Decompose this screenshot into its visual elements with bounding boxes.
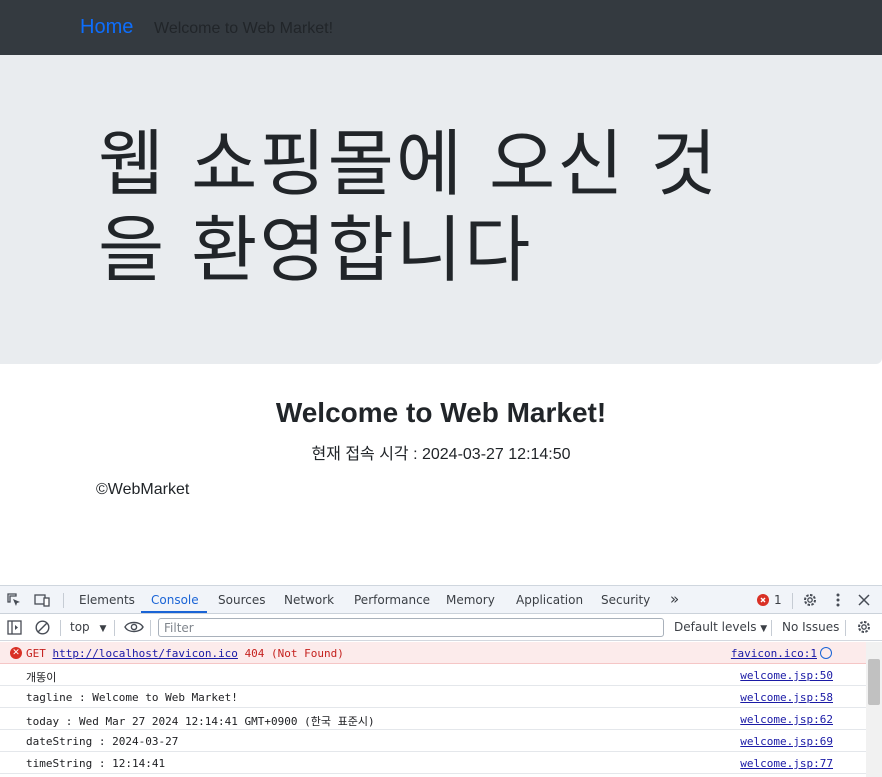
tab-application[interactable]: Application bbox=[516, 593, 583, 607]
tab-memory[interactable]: Memory bbox=[446, 593, 495, 607]
current-time: 현재 접속 시각 : 2024-03-27 12:14:50 bbox=[311, 446, 571, 463]
source-link[interactable]: welcome.jsp:50 bbox=[740, 669, 833, 682]
issues-counter[interactable]: No Issues bbox=[782, 620, 839, 634]
console-error-row: ✕ GET http://localhost/favicon.ico 404 (… bbox=[0, 642, 866, 664]
console-messages: ✕ GET http://localhost/favicon.ico 404 (… bbox=[0, 642, 866, 777]
log-levels-label: Default levels bbox=[674, 620, 757, 634]
source-link[interactable]: welcome.jsp:58 bbox=[740, 691, 833, 704]
console-log-row: tagline : Welcome to Web Market! welcome… bbox=[0, 686, 866, 708]
network-globe-icon[interactable] bbox=[820, 647, 832, 659]
more-options-icon[interactable] bbox=[829, 591, 847, 609]
log-levels-select[interactable]: Default levels ▼ bbox=[674, 620, 767, 634]
separator bbox=[150, 620, 151, 636]
separator bbox=[845, 620, 846, 636]
active-tab-indicator bbox=[141, 611, 207, 613]
source-link[interactable]: favicon.ico:1 bbox=[731, 647, 817, 660]
tab-elements[interactable]: Elements bbox=[79, 593, 135, 607]
navbar-greeting: Welcome to Web Market! bbox=[154, 20, 334, 37]
jumbotron-title: 웹 쇼핑몰에 오신 것을 환영합니다 bbox=[98, 122, 719, 292]
welcome-heading: Welcome to Web Market! bbox=[275, 397, 607, 428]
live-expression-eye-icon[interactable] bbox=[123, 618, 145, 636]
jumbotron: 웹 쇼핑몰에 오신 것을 환영합니다 bbox=[0, 55, 882, 364]
console-filter-input[interactable] bbox=[158, 618, 664, 637]
log-message: today : Wed Mar 27 2024 12:14:41 GMT+090… bbox=[26, 715, 375, 728]
tab-console[interactable]: Console bbox=[151, 593, 199, 607]
footer-copyright: ©WebMarket bbox=[96, 481, 190, 498]
source-link[interactable]: welcome.jsp:69 bbox=[740, 735, 833, 748]
chevron-down-icon: ▼ bbox=[99, 624, 107, 634]
separator bbox=[792, 593, 793, 609]
log-message: dateString : 2024-03-27 bbox=[26, 735, 179, 748]
source-link[interactable]: welcome.jsp:62 bbox=[740, 713, 833, 726]
console-scrollbar[interactable] bbox=[866, 642, 882, 777]
error-count[interactable]: 1 bbox=[774, 593, 782, 607]
log-message: 개똥이 bbox=[26, 671, 57, 684]
devtools-panel: Elements Console Sources Network Perform… bbox=[0, 585, 882, 777]
device-toolbar-icon[interactable] bbox=[33, 591, 51, 609]
separator bbox=[114, 620, 115, 636]
console-log-row: today : Wed Mar 27 2024 12:14:41 GMT+090… bbox=[0, 708, 866, 730]
tab-divider bbox=[63, 593, 64, 608]
chevron-down-icon: ▼ bbox=[760, 624, 768, 634]
tab-sources[interactable]: Sources bbox=[218, 593, 265, 607]
error-count-icon[interactable] bbox=[756, 591, 770, 609]
close-icon[interactable] bbox=[855, 591, 873, 609]
devtools-tabbar: Elements Console Sources Network Perform… bbox=[0, 586, 882, 614]
clear-console-icon[interactable] bbox=[33, 618, 51, 636]
context-value: top bbox=[70, 620, 90, 634]
log-message: tagline : Welcome to Web Market! bbox=[26, 691, 238, 704]
navbar: Home Welcome to Web Market! bbox=[0, 0, 882, 55]
error-message: GET http://localhost/favicon.ico 404 (No… bbox=[26, 647, 344, 660]
console-toolbar: top ▼ Default levels ▼ No Issues bbox=[0, 614, 882, 641]
more-tabs-icon[interactable]: » bbox=[670, 590, 679, 608]
log-message: timeString : 12:14:41 bbox=[26, 757, 166, 770]
separator bbox=[771, 620, 772, 636]
separator bbox=[60, 620, 61, 636]
request-url-link[interactable]: http://localhost/favicon.ico bbox=[53, 647, 238, 660]
scrollbar-thumb[interactable] bbox=[868, 659, 880, 705]
source-link[interactable]: welcome.jsp:77 bbox=[740, 757, 833, 770]
request-status: 404 (Not Found) bbox=[244, 647, 344, 660]
console-settings-icon[interactable] bbox=[855, 618, 873, 636]
sidebar-toggle-icon[interactable] bbox=[5, 618, 23, 636]
home-link[interactable]: Home bbox=[80, 16, 133, 39]
request-method: GET bbox=[26, 647, 46, 660]
console-log-row: dateString : 2024-03-27 welcome.jsp:69 bbox=[0, 730, 866, 752]
inspect-element-icon[interactable] bbox=[5, 591, 23, 609]
error-icon: ✕ bbox=[10, 647, 22, 659]
console-log-row: timeString : 12:14:41 welcome.jsp:77 bbox=[0, 752, 866, 774]
console-log-row: 개똥이 welcome.jsp:50 bbox=[0, 664, 866, 686]
tab-performance[interactable]: Performance bbox=[354, 593, 430, 607]
settings-gear-icon[interactable] bbox=[801, 591, 819, 609]
tab-security[interactable]: Security bbox=[601, 593, 650, 607]
tab-network[interactable]: Network bbox=[284, 593, 334, 607]
context-select[interactable]: top ▼ bbox=[70, 620, 106, 634]
